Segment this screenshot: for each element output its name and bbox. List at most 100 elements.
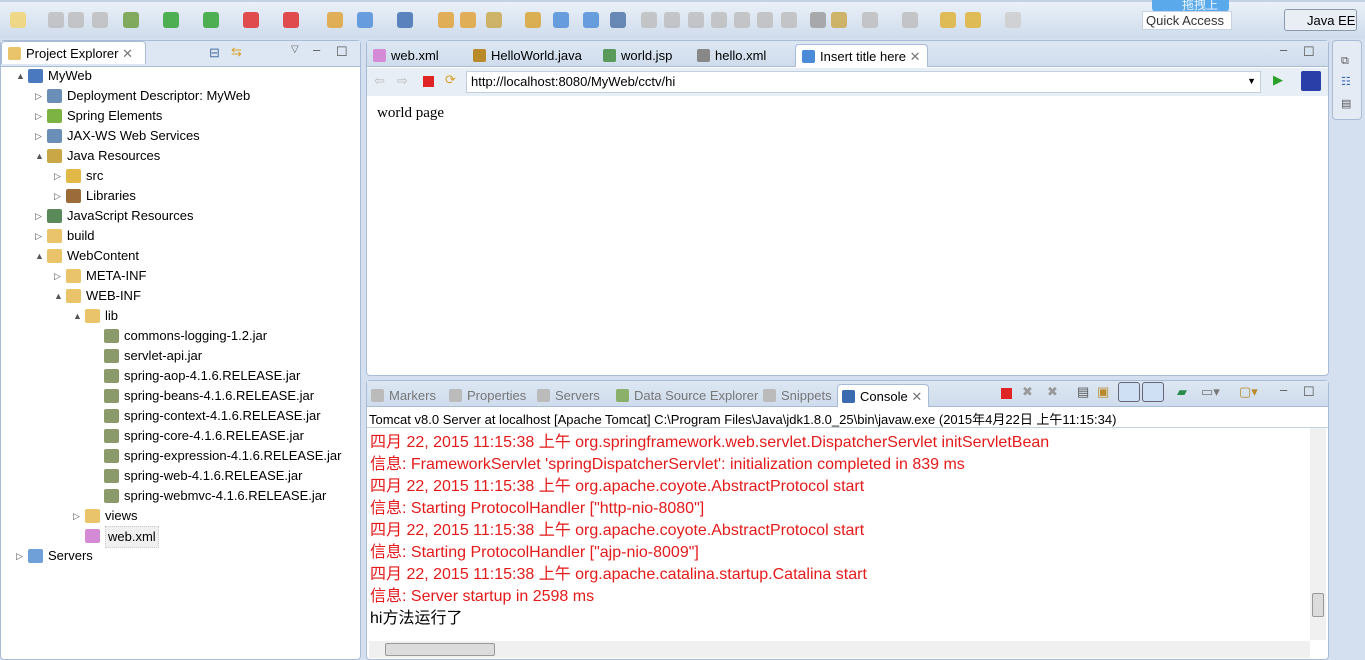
toolbar-button-icon[interactable]	[123, 12, 139, 28]
outline-icon[interactable]: ☷	[1341, 75, 1351, 88]
expand-toggle-icon[interactable]: ▷	[35, 226, 42, 246]
toolbar-button-icon[interactable]	[810, 12, 826, 28]
toolbar-button-icon[interactable]	[862, 12, 878, 28]
expand-toggle-icon[interactable]: ▷	[54, 186, 61, 206]
toolbar-button-icon[interactable]	[711, 12, 727, 28]
expand-toggle-icon[interactable]: ▲	[35, 146, 44, 166]
expand-toggle-icon[interactable]: ▷	[35, 106, 42, 126]
expand-toggle-icon[interactable]: ▲	[16, 66, 25, 86]
toolbar-button-icon[interactable]	[781, 12, 797, 28]
toolbar-button-icon[interactable]	[48, 12, 64, 28]
remove-launch-icon[interactable]: ✖	[1022, 384, 1033, 400]
expand-toggle-icon[interactable]: ▷	[73, 506, 80, 526]
task-list-icon[interactable]: ▤	[1341, 97, 1351, 110]
stop-icon[interactable]	[423, 76, 434, 87]
expand-toggle-icon[interactable]: ▷	[35, 206, 42, 226]
expand-toggle-icon[interactable]: ▲	[73, 306, 82, 326]
editor-tab[interactable]: hello.xml	[691, 44, 772, 67]
toolbar-button-icon[interactable]	[688, 12, 704, 28]
tab-data-source-explorer[interactable]: Data Source Explorer	[612, 384, 764, 407]
link-editor-icon[interactable]: ⇆	[231, 44, 242, 60]
tab-project-explorer[interactable]: Project Explorer ✕	[1, 41, 146, 64]
editor-tab[interactable]: web.xml	[367, 44, 445, 67]
forward-icon[interactable]: ⇨	[397, 73, 408, 89]
toolbar-button-icon[interactable]	[357, 12, 373, 28]
toolbar-button-icon[interactable]	[641, 12, 657, 28]
pin-console-icon[interactable]: ▰	[1177, 384, 1187, 400]
close-icon[interactable]: ✕	[908, 389, 922, 404]
toolbar-button-icon[interactable]	[486, 12, 502, 28]
open-console-icon[interactable]: ▢▾	[1239, 384, 1258, 400]
tab-properties[interactable]: Properties	[445, 384, 532, 407]
toolbar-button-icon[interactable]	[757, 12, 773, 28]
expand-toggle-icon[interactable]: ▷	[16, 546, 23, 566]
source-folder-icon	[66, 169, 81, 183]
tab-console[interactable]: Console ✕	[837, 384, 930, 407]
tab-servers[interactable]: Servers	[533, 384, 606, 407]
web-browser-icon[interactable]	[1301, 71, 1321, 91]
clear-console-icon[interactable]: ▤	[1077, 384, 1089, 400]
show-on-stdout-toggle[interactable]	[1118, 382, 1140, 402]
toolbar-button-icon[interactable]	[664, 12, 680, 28]
toolbar-button-icon[interactable]	[397, 12, 413, 28]
restore-icon[interactable]: ⧉	[1341, 55, 1349, 68]
maximize-icon[interactable]: ☐	[1303, 44, 1315, 60]
refresh-icon[interactable]: ⟳	[445, 72, 456, 88]
quick-access-input[interactable]: Quick Access	[1142, 11, 1232, 30]
toolbar-button-icon[interactable]	[438, 12, 454, 28]
expand-toggle-icon[interactable]: ▷	[54, 166, 61, 186]
toolbar-button-icon[interactable]	[831, 12, 847, 28]
toolbar-button-icon[interactable]	[610, 12, 626, 28]
remove-all-icon[interactable]: ✖	[1047, 384, 1058, 400]
toolbar-button-icon[interactable]	[965, 12, 981, 28]
toolbar-button-icon[interactable]	[734, 12, 750, 28]
url-input[interactable]: http://localhost:8080/MyWeb/cctv/hi ▼	[466, 71, 1261, 93]
terminate-icon[interactable]	[1001, 388, 1012, 399]
toolbar-button-icon[interactable]	[525, 12, 541, 28]
expand-toggle-icon[interactable]: ▷	[54, 266, 61, 286]
editor-tab[interactable]: world.jsp	[597, 44, 678, 67]
scrollbar-thumb[interactable]	[385, 643, 495, 656]
display-console-icon[interactable]: ▭▾	[1201, 384, 1220, 400]
scrollbar-thumb[interactable]	[1312, 593, 1324, 617]
toolbar-button-icon[interactable]	[163, 12, 179, 28]
toolbar-button-icon[interactable]	[283, 12, 299, 28]
tab-markers[interactable]: Markers	[367, 384, 442, 407]
view-menu-icon[interactable]: ▽	[291, 44, 299, 55]
vertical-scrollbar[interactable]	[1310, 428, 1326, 640]
toolbar-button-icon[interactable]	[92, 12, 108, 28]
toolbar-button-icon[interactable]	[460, 12, 476, 28]
scroll-lock-icon[interactable]: ▣	[1097, 384, 1109, 400]
toolbar-button-icon[interactable]	[553, 12, 569, 28]
expand-toggle-icon[interactable]: ▲	[54, 286, 63, 306]
collapse-all-icon[interactable]: ⊟	[209, 45, 220, 61]
expand-toggle-icon[interactable]: ▲	[35, 246, 44, 266]
tab-snippets[interactable]: Snippets	[759, 384, 838, 407]
toolbar-button-icon[interactable]	[203, 12, 219, 28]
perspective-java-ee-button[interactable]: Java EE	[1284, 9, 1357, 31]
editor-tab[interactable]: HelloWorld.java	[467, 44, 588, 67]
go-icon[interactable]: ▶	[1273, 72, 1283, 88]
toolbar-button-icon[interactable]	[902, 12, 918, 28]
toolbar-button-icon[interactable]	[243, 12, 259, 28]
show-on-stderr-toggle[interactable]	[1142, 382, 1164, 402]
maximize-icon[interactable]: ☐	[336, 44, 348, 60]
dropdown-icon[interactable]: ▼	[1247, 76, 1256, 86]
editor-tab[interactable]: Insert title here ✕	[795, 44, 928, 67]
back-icon[interactable]: ⇦	[374, 73, 385, 89]
toolbar-button-icon[interactable]	[1005, 12, 1021, 28]
toolbar-button-icon[interactable]	[327, 12, 343, 28]
close-icon[interactable]: ✕	[122, 46, 133, 61]
toolbar-button-icon[interactable]	[583, 12, 599, 28]
minimize-icon[interactable]: ‒	[1280, 42, 1287, 57]
maximize-icon[interactable]: ☐	[1303, 384, 1315, 400]
minimize-icon[interactable]: ‒	[313, 42, 320, 57]
expand-toggle-icon[interactable]: ▷	[35, 126, 42, 146]
toolbar-button-icon[interactable]	[10, 12, 26, 28]
expand-toggle-icon[interactable]: ▷	[35, 86, 42, 106]
toolbar-button-icon[interactable]	[940, 12, 956, 28]
horizontal-scrollbar[interactable]	[369, 641, 1310, 658]
minimize-icon[interactable]: ‒	[1280, 382, 1287, 397]
close-icon[interactable]: ✕	[906, 49, 921, 64]
toolbar-button-icon[interactable]	[68, 12, 84, 28]
